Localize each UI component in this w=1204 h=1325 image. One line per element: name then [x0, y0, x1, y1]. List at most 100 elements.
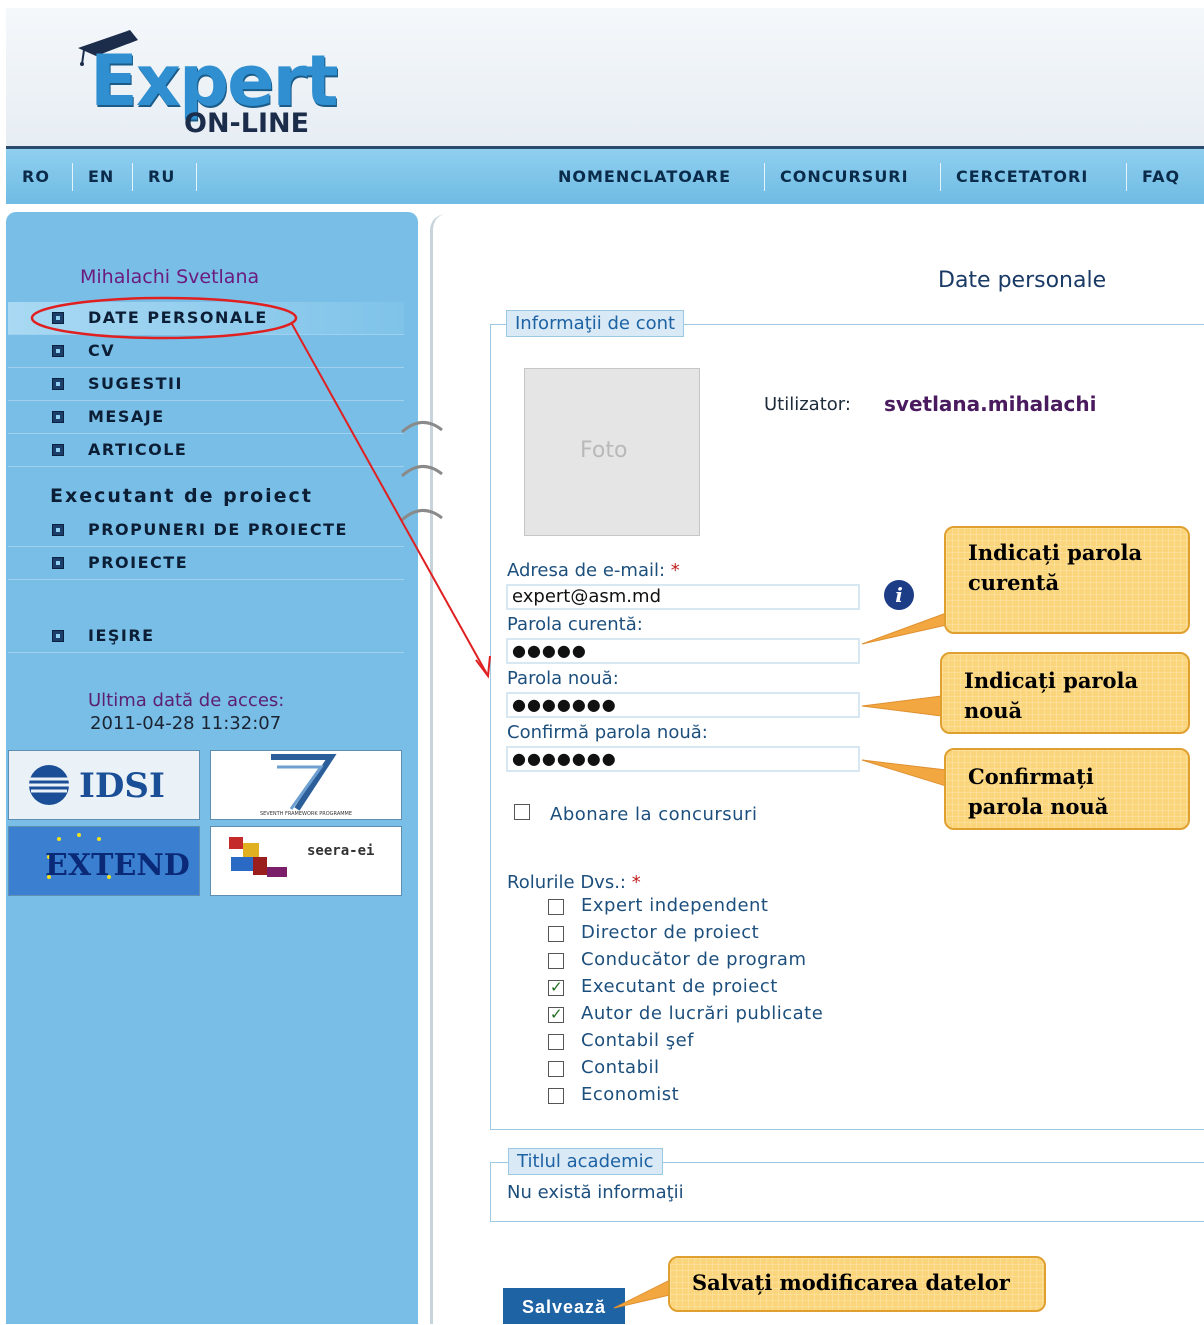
logo-sub-text: ON-LINE: [184, 108, 310, 139]
account-info-legend: Informaţii de cont: [506, 310, 685, 337]
sidebar-item-articole[interactable]: ARTICOLE: [8, 434, 404, 467]
callout-line: nouă: [964, 698, 1023, 723]
role-label: Director de proiect: [581, 922, 760, 943]
fp7-seven-icon: SEVENTH FRAMEWORK PROGRAMME: [260, 754, 352, 817]
page-title: Date personale: [938, 268, 1107, 293]
sidebar-section-heading: Executant de proiect: [50, 485, 313, 507]
sidebar-item-date-personale[interactable]: DATE PERSONALE: [8, 302, 404, 335]
sidebar-item-mesaje[interactable]: MESAJE: [8, 401, 404, 434]
required-mark: *: [631, 872, 641, 893]
nav-cercetatori[interactable]: CERCETATORI: [956, 167, 1088, 186]
lang-ru-link[interactable]: RU: [148, 167, 175, 186]
email-label: Adresa de e-mail: *: [507, 560, 680, 581]
sidebar-item-label: IEŞIRE: [88, 626, 155, 645]
seera-map-icon: seera-ei: [229, 837, 374, 877]
photo-label: Foto: [580, 438, 628, 463]
role-checkbox[interactable]: [548, 1034, 564, 1050]
partner-seera-logo[interactable]: seera-ei: [210, 826, 402, 896]
fp7-logo-text: SEVENTH FRAMEWORK PROGRAMME: [260, 811, 352, 817]
sidebar-item-label: MESAJE: [88, 407, 165, 426]
new-password-label: Parola nouă:: [507, 668, 619, 689]
site-header: Expert ON-LINE: [6, 8, 1204, 146]
lang-ro-link[interactable]: RO: [22, 167, 50, 186]
role-checkbox[interactable]: [548, 899, 564, 915]
bullet-icon: [52, 411, 64, 423]
sidebar-item-label: SUGESTII: [88, 374, 183, 393]
role-label: Contabil şef: [581, 1030, 695, 1051]
email-field[interactable]: expert@asm.md: [506, 584, 860, 610]
partner-idsi-logo[interactable]: IDSI: [8, 750, 200, 820]
callout-line: Salvați modificarea datelor: [692, 1270, 1010, 1295]
save-button[interactable]: Salvează: [503, 1288, 625, 1324]
bullet-icon: [52, 557, 64, 569]
callout-line: Indicați parola: [968, 540, 1143, 565]
role-checkbox[interactable]: [548, 978, 564, 996]
role-checkbox[interactable]: [548, 1088, 564, 1104]
nav-faq[interactable]: FAQ: [1142, 167, 1180, 186]
required-mark: *: [670, 560, 680, 581]
confirm-password-label: Confirmă parola nouă:: [507, 722, 708, 743]
callout-line: Confirmați: [968, 764, 1094, 789]
nav-divider: [196, 163, 197, 191]
email-label-text: Adresa de e-mail:: [507, 560, 666, 581]
bullet-icon: [52, 630, 64, 642]
idsi-logo-text: IDSI: [79, 766, 165, 806]
role-label: Executant de proiect: [581, 976, 778, 997]
callout-line: curentă: [968, 570, 1060, 595]
role-checkbox[interactable]: [548, 1005, 564, 1023]
role-label: Expert independent: [581, 895, 769, 916]
current-password-field[interactable]: ●●●●●: [506, 638, 860, 664]
partner-fp7-logo[interactable]: SEVENTH FRAMEWORK PROGRAMME: [210, 750, 402, 820]
role-label: Autor de lucrări publicate: [581, 1003, 824, 1024]
sidebar-item-proiecte[interactable]: PROIECTE: [8, 547, 404, 580]
info-icon[interactable]: i: [884, 580, 914, 610]
seera-logo-text: seera-ei: [307, 843, 374, 859]
nav-divider: [940, 163, 941, 191]
academic-title-legend: Titlul academic: [508, 1148, 663, 1175]
bullet-icon: [52, 524, 64, 536]
sidebar-item-label: CV: [88, 341, 116, 360]
role-checkbox[interactable]: [548, 953, 564, 969]
role-checkbox[interactable]: [548, 1061, 564, 1077]
extend-logo-icon: EXTEND: [45, 833, 190, 883]
subscribe-label: Abonare la concursuri: [550, 804, 758, 825]
partner-extend-logo[interactable]: EXTEND: [8, 826, 200, 896]
callout-confirm-password: Confirmați parola nouă: [944, 748, 1190, 830]
lang-en-link[interactable]: EN: [88, 167, 114, 186]
nav-divider: [72, 163, 73, 191]
nav-divider: [764, 163, 765, 191]
subscribe-checkbox[interactable]: [514, 804, 530, 820]
nav-divider: [1126, 163, 1127, 191]
new-password-field[interactable]: ●●●●●●●: [506, 692, 860, 718]
role-label: Economist: [581, 1084, 680, 1105]
username-label: Utilizator:: [764, 394, 851, 415]
nav-concursuri[interactable]: CONCURSURI: [780, 167, 909, 186]
role-label: Conducător de program: [581, 949, 807, 970]
callout-new-password: Indicați parola nouă: [940, 652, 1190, 734]
role-checkbox[interactable]: [548, 926, 564, 942]
last-access-label: Ultima dată de acces:: [88, 690, 285, 711]
callout-current-password: Indicați parola curentă: [944, 526, 1190, 634]
sidebar-item-label: PROPUNERI DE PROIECTE: [88, 520, 348, 539]
sidebar-item-sugestii[interactable]: SUGESTII: [8, 368, 404, 401]
roles-label: Rolurile Dvs.: *: [507, 872, 641, 893]
roles-label-text: Rolurile Dvs.:: [507, 872, 626, 893]
sidebar-item-iesire[interactable]: IEŞIRE: [8, 620, 404, 653]
sidebar-item-label: ARTICOLE: [88, 440, 188, 459]
nav-divider: [132, 163, 133, 191]
confirm-password-field[interactable]: ●●●●●●●: [506, 746, 860, 772]
bullet-icon: [52, 378, 64, 390]
username-value: svetlana.mihalachi: [884, 392, 1097, 416]
last-access-date: 2011-04-28 11:32:07: [90, 713, 282, 734]
sidebar-item-label: DATE PERSONALE: [88, 308, 268, 327]
expert-online-logo[interactable]: Expert ON-LINE: [76, 26, 366, 146]
extend-logo-text: EXTEND: [45, 848, 190, 883]
callout-line: Indicați parola: [964, 668, 1139, 693]
role-label: Contabil: [581, 1057, 660, 1078]
binder-rings-icon: [400, 421, 443, 522]
sidebar-item-cv[interactable]: CV: [8, 335, 404, 368]
nav-nomenclatoare[interactable]: NOMENCLATOARE: [558, 167, 731, 186]
current-password-label: Parola curentă:: [507, 614, 643, 635]
sidebar-item-propuneri[interactable]: PROPUNERI DE PROIECTE: [8, 514, 404, 547]
bullet-icon: [52, 312, 64, 324]
